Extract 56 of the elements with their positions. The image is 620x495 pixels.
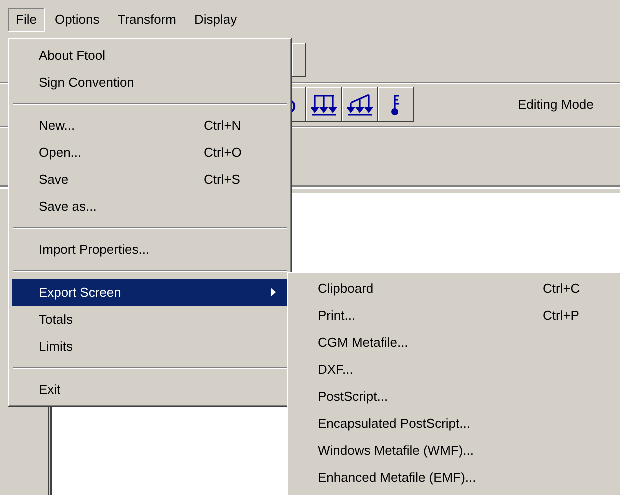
menu-bar-item[interactable]: Display xyxy=(186,8,246,32)
menu-item-label: New... xyxy=(39,118,76,133)
shortcut-label: Ctrl+S xyxy=(204,172,240,187)
menu-item[interactable]: Limits xyxy=(12,333,288,360)
menu-item[interactable]: DXF... xyxy=(291,356,620,383)
menu-bar-item[interactable]: Options xyxy=(46,8,108,32)
menu-item-label: DXF... xyxy=(318,362,354,377)
menu-item-label: Enhanced Metafile (EMF)... xyxy=(318,470,476,485)
submenu-arrow-icon xyxy=(271,288,276,297)
menu-item-label: Encapsulated PostScript... xyxy=(318,416,470,431)
toolbar-button[interactable] xyxy=(292,43,306,77)
menu-item[interactable]: Exit xyxy=(12,376,288,403)
menu-item[interactable]: Windows Metafile (WMF)... xyxy=(291,437,620,464)
menu-item-label: PostScript... xyxy=(318,389,388,404)
shortcut-label: Ctrl+N xyxy=(204,118,242,133)
menu-item-label: Save xyxy=(39,172,69,187)
thermometer-icon xyxy=(390,92,402,116)
editing-mode-label: Editing Mode xyxy=(518,97,594,112)
menu-item[interactable]: Open... Ctrl+O xyxy=(12,139,288,166)
menu-item-label: Exit xyxy=(39,382,61,397)
menu-item[interactable]: Sign Convention xyxy=(12,69,288,96)
temperature-button[interactable] xyxy=(378,87,414,122)
menu-item[interactable]: About Ftool xyxy=(12,42,288,69)
menu-item-label: Totals xyxy=(39,312,73,327)
menu-item[interactable]: Import Properties... xyxy=(12,236,288,263)
menu-item-label: Limits xyxy=(39,339,73,354)
menu-item-label: Open... xyxy=(39,145,82,160)
linear-load-button[interactable] xyxy=(342,87,378,122)
linear-load-icon xyxy=(347,92,373,116)
menu-item[interactable]: Export Screen xyxy=(12,279,288,306)
shortcut-label: Ctrl+O xyxy=(204,145,242,160)
menu-bar-item[interactable]: File xyxy=(8,8,45,32)
menu-item[interactable]: Encapsulated PostScript... xyxy=(291,410,620,437)
menu-item-label: Import Properties... xyxy=(39,242,150,257)
menu-item-label: Windows Metafile (WMF)... xyxy=(318,443,474,458)
menu-item[interactable]: CGM Metafile... xyxy=(291,329,620,356)
menu-item-label: About Ftool xyxy=(39,48,106,63)
menu-item-label: Print... xyxy=(318,308,356,323)
shortcut-label: Ctrl+C xyxy=(543,281,580,296)
menu-item[interactable]: PostScript... xyxy=(291,383,620,410)
distributed-load-button[interactable] xyxy=(306,87,342,122)
menu-item-label: CGM Metafile... xyxy=(318,335,408,350)
menu-item[interactable]: Enhanced Metafile (EMF)... xyxy=(291,464,620,491)
menu-item-label: Save as... xyxy=(39,199,97,214)
menu-item[interactable]: Totals xyxy=(12,306,288,333)
menu-item-label: Clipboard xyxy=(318,281,374,296)
menu-bar-item[interactable]: Transform xyxy=(110,8,185,32)
menu-item[interactable]: Print... Ctrl+P xyxy=(291,302,620,329)
menu-item[interactable]: Save Ctrl+S xyxy=(12,166,288,193)
menu-item-label: Sign Convention xyxy=(39,75,134,90)
menu-item[interactable]: Save as... xyxy=(12,193,288,220)
distributed-load-icon xyxy=(311,92,337,116)
menu-item[interactable]: Clipboard Ctrl+C xyxy=(291,275,620,302)
menu-item-label: Export Screen xyxy=(39,285,122,300)
shortcut-label: Ctrl+P xyxy=(543,308,580,323)
menu-item[interactable]: New... Ctrl+N xyxy=(12,112,288,139)
